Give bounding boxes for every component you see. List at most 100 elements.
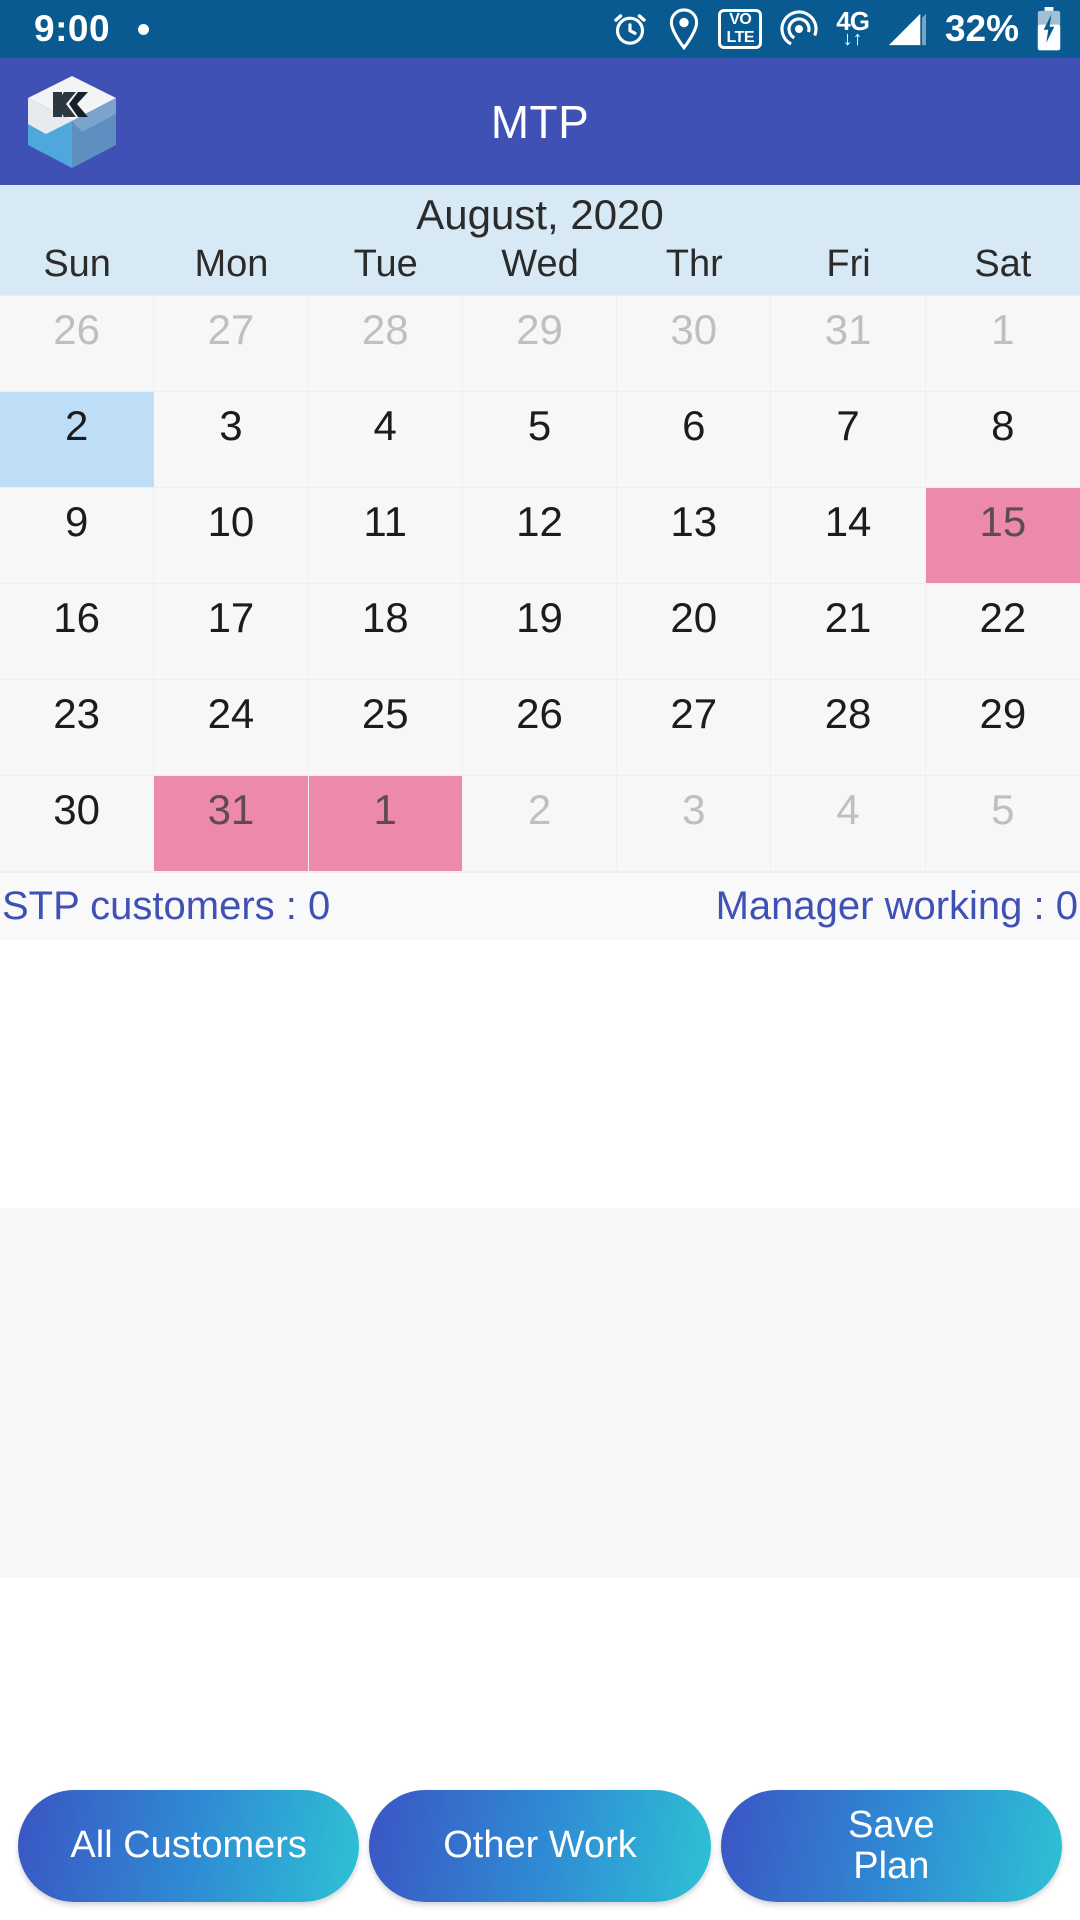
calendar-day-number: 31 bbox=[207, 786, 255, 833]
calendar-day-cell[interactable]: 1 bbox=[308, 776, 463, 872]
battery-charging-icon bbox=[1037, 7, 1061, 51]
calendar-day-cell[interactable]: 30 bbox=[617, 296, 772, 392]
calendar-day-cell[interactable]: 8 bbox=[925, 392, 1080, 488]
notification-dot-icon bbox=[138, 23, 150, 35]
calendar-day-number: 15 bbox=[979, 498, 1027, 545]
calendar-day-number: 16 bbox=[53, 594, 100, 641]
weekday-label-wed: Wed bbox=[501, 243, 579, 285]
calendar-day-number: 27 bbox=[670, 690, 718, 737]
volte-bottom-text: LTE bbox=[726, 29, 755, 46]
manager-working-count: Manager working : 0 bbox=[715, 884, 1078, 928]
calendar-day-number: 10 bbox=[207, 498, 255, 545]
calendar-day-number: 30 bbox=[670, 306, 718, 353]
calendar-day-cell[interactable]: 5 bbox=[925, 776, 1080, 872]
calendar-day-number: 30 bbox=[53, 786, 100, 833]
calendar-day-cell[interactable]: 23 bbox=[0, 680, 155, 776]
calendar-day-number: 14 bbox=[824, 498, 872, 545]
calendar-day-number: 29 bbox=[979, 690, 1027, 737]
calendar-month-label: August, 2020 bbox=[416, 191, 664, 238]
stp-customers-count: STP customers : 0 bbox=[2, 884, 331, 928]
calendar-day-number: 17 bbox=[207, 594, 255, 641]
calendar-day-cell[interactable]: 19 bbox=[462, 584, 618, 680]
calendar-day-number: 1 bbox=[991, 306, 1015, 353]
calendar-day-number: 28 bbox=[361, 306, 409, 353]
calendar-day-cell[interactable]: 2 bbox=[462, 776, 618, 872]
calendar-day-cell[interactable]: 20 bbox=[617, 584, 772, 680]
calendar-day-cell[interactable]: 21 bbox=[771, 584, 926, 680]
calendar-day-cell[interactable]: 26 bbox=[0, 296, 155, 392]
save-plan-button[interactable]: Save Plan bbox=[720, 1790, 1062, 1902]
status-bar-clock: 9:00 bbox=[34, 8, 111, 49]
calendar-day-cell[interactable]: 10 bbox=[154, 488, 309, 584]
calendar-day-cell[interactable]: 26 bbox=[462, 680, 618, 776]
calendar-day-number: 4 bbox=[373, 402, 397, 449]
all-customers-button[interactable]: All Customers bbox=[18, 1790, 360, 1902]
calendar-day-cell[interactable]: 17 bbox=[154, 584, 309, 680]
calendar-day-cell[interactable]: 28 bbox=[771, 680, 926, 776]
alarm-clock-icon bbox=[614, 14, 646, 45]
calendar-day-cell[interactable]: 9 bbox=[0, 488, 155, 584]
calendar-day-number: 23 bbox=[53, 690, 100, 737]
location-pin-icon bbox=[670, 8, 699, 50]
calendar-day-number: 26 bbox=[53, 306, 100, 353]
calendar-day-cell[interactable]: 27 bbox=[617, 680, 772, 776]
calendar-day-number: 2 bbox=[527, 786, 552, 833]
calendar-day-number: 25 bbox=[361, 690, 409, 737]
calendar-day-number: 9 bbox=[64, 498, 89, 545]
app-bar: MTP bbox=[0, 58, 1080, 185]
content-area-empty bbox=[0, 940, 1080, 1208]
status-bar: 9:00 VO LTE 4G ↓↑ 32% bbox=[0, 0, 1080, 58]
calendar-day-cell[interactable]: 18 bbox=[308, 584, 463, 680]
calendar-day-cell[interactable]: 29 bbox=[925, 680, 1080, 776]
calendar-day-number: 28 bbox=[824, 690, 872, 737]
calendar-day-number: 8 bbox=[991, 402, 1015, 449]
calendar-day-number: 5 bbox=[991, 786, 1015, 833]
calendar-day-cell[interactable]: 3 bbox=[154, 392, 309, 488]
calendar-day-number: 4 bbox=[836, 786, 860, 833]
calendar-grid[interactable]: 26 27 28 29 30 31 1 2 3 4 5 6 7 8 9 10 11 12 13 14 15 16 17 18 1… bbox=[0, 295, 1080, 872]
calendar-day-number: 12 bbox=[516, 498, 563, 545]
calendar-day-cell[interactable]: 2 bbox=[0, 392, 155, 488]
calendar-day-number: 19 bbox=[516, 594, 563, 641]
weekday-label-fri: Fri bbox=[826, 243, 871, 285]
calendar-day-cell[interactable]: 6 bbox=[617, 392, 772, 488]
calendar-day-number: 26 bbox=[516, 690, 563, 737]
calendar-day-number: 22 bbox=[979, 594, 1027, 641]
calendar-day-cell[interactable]: 3 bbox=[617, 776, 772, 872]
volte-icon: VO LTE bbox=[718, 9, 763, 49]
calendar-day-cell[interactable]: 24 bbox=[154, 680, 309, 776]
calendar-day-cell[interactable]: 5 bbox=[462, 392, 618, 488]
calendar-day-cell[interactable]: 31 bbox=[154, 776, 309, 872]
calendar-day-cell[interactable]: 28 bbox=[308, 296, 463, 392]
calendar-day-number: 18 bbox=[361, 594, 409, 641]
calendar-day-cell[interactable]: 29 bbox=[462, 296, 618, 392]
calendar-day-cell[interactable]: 30 bbox=[0, 776, 155, 872]
calendar-day-cell[interactable]: 4 bbox=[308, 392, 463, 488]
calendar-day-cell[interactable]: 4 bbox=[771, 776, 926, 872]
calendar-day-cell[interactable]: 22 bbox=[925, 584, 1080, 680]
battery-percent-label: 32% bbox=[944, 8, 1019, 49]
calendar-day-cell[interactable]: 1 bbox=[925, 296, 1080, 392]
calendar-weekday-row: Sun Mon Tue Wed Thr Fri Sat bbox=[0, 243, 1080, 295]
volte-top-text: VO bbox=[729, 11, 752, 28]
weekday-label-tue: Tue bbox=[353, 243, 418, 285]
calendar-day-cell[interactable]: 7 bbox=[771, 392, 926, 488]
calendar-day-cell[interactable]: 12 bbox=[462, 488, 618, 584]
calendar-header: August, 2020 Sun Mon Tue Wed Thr Fri Sat bbox=[0, 185, 1080, 295]
calendar-day-cell[interactable]: 25 bbox=[308, 680, 463, 776]
weekday-label-thr: Thr bbox=[665, 243, 723, 285]
calendar-day-cell[interactable]: 13 bbox=[617, 488, 772, 584]
calendar-day-cell[interactable]: 31 bbox=[771, 296, 926, 392]
calendar-day-number: 21 bbox=[824, 594, 872, 641]
calendar-day-number: 6 bbox=[682, 402, 706, 449]
calendar-day-number: 1 bbox=[373, 786, 397, 833]
weekday-label-sat: Sat bbox=[974, 243, 1032, 285]
other-work-button[interactable]: Other Work bbox=[369, 1790, 711, 1902]
calendar-day-cell[interactable]: 27 bbox=[154, 296, 309, 392]
status-bar-icon-group: VO LTE 4G ↓↑ 32% bbox=[610, 7, 1062, 51]
calendar-day-number: 5 bbox=[527, 402, 552, 449]
calendar-day-cell[interactable]: 11 bbox=[308, 488, 463, 584]
calendar-day-cell[interactable]: 15 bbox=[925, 488, 1080, 584]
calendar-day-cell[interactable]: 14 bbox=[771, 488, 926, 584]
calendar-day-cell[interactable]: 16 bbox=[0, 584, 155, 680]
